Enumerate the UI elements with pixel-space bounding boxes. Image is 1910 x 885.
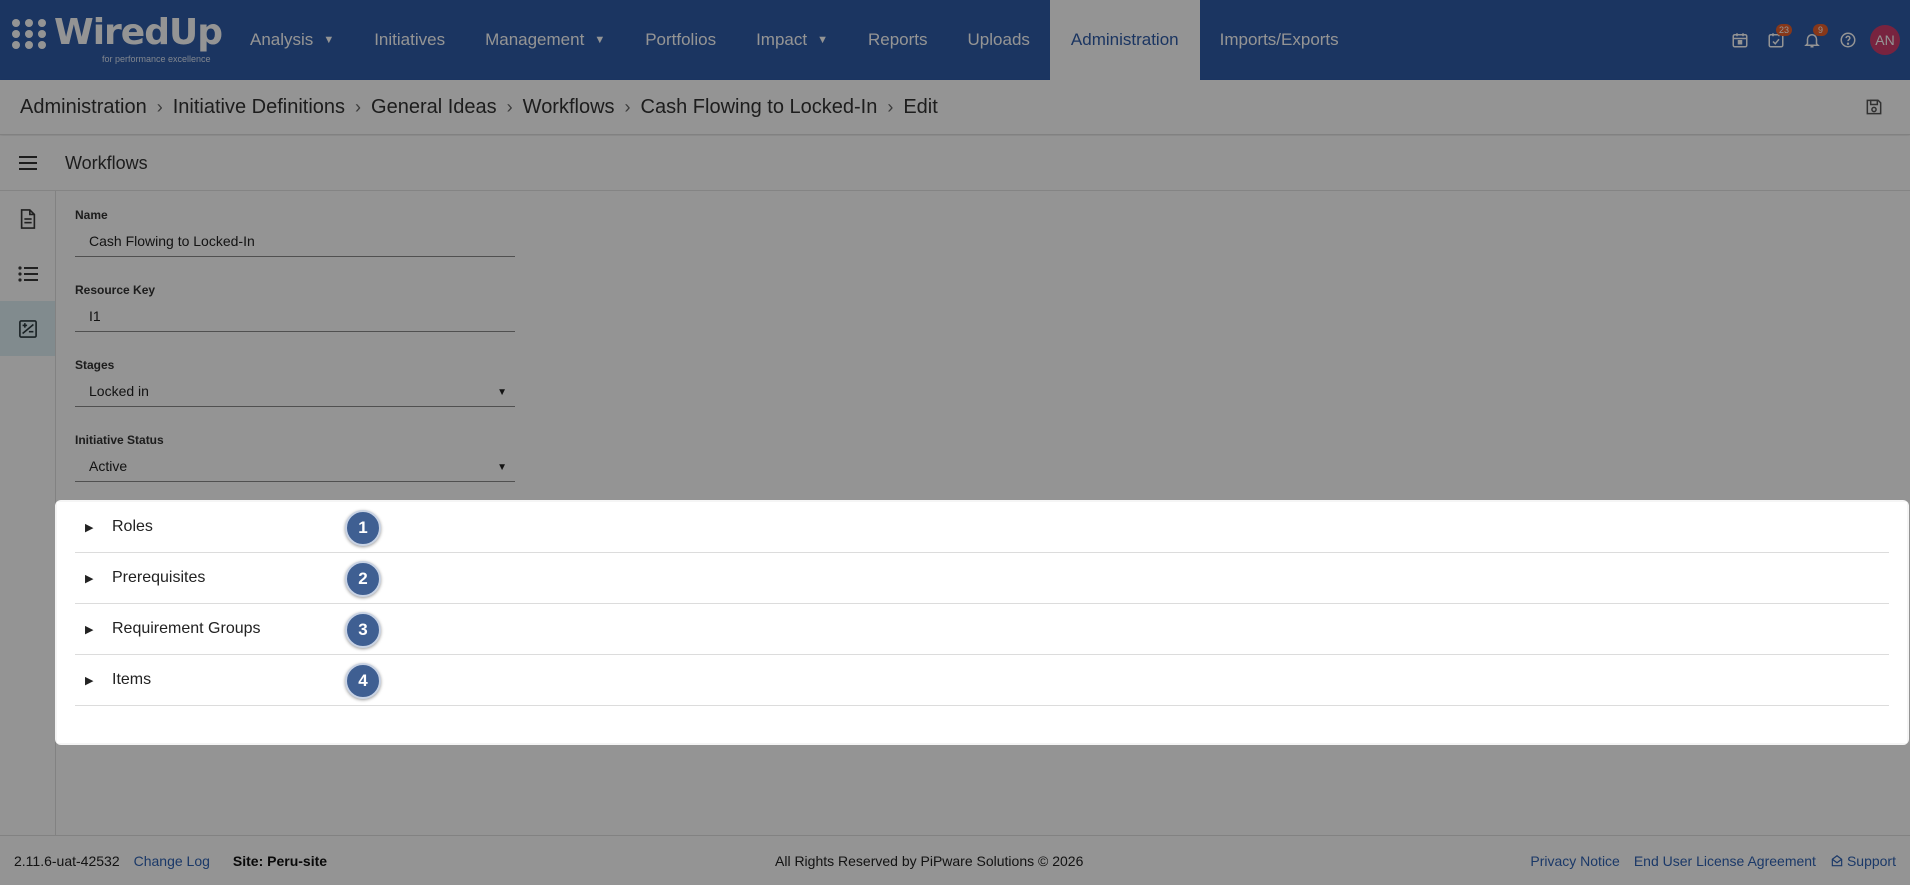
accordion-label: Items: [112, 671, 152, 688]
accordion-label: Prerequisites: [112, 569, 206, 586]
accordion-roles[interactable]: ▶ Roles 1: [75, 502, 1889, 553]
caret-right-icon: ▶: [85, 623, 94, 636]
name-field-group: Name Cash Flowing to Locked-In: [75, 205, 515, 280]
breadcrumb: Administration › Initiative Definitions …: [0, 80, 1910, 135]
resource-key-field-group: Resource Key I1: [75, 280, 515, 355]
bell-icon[interactable]: 9: [1794, 22, 1830, 58]
initiative-status-select[interactable]: Active ▼: [75, 450, 515, 482]
nav-portfolios[interactable]: Portfolios: [625, 0, 736, 80]
nav-impact[interactable]: Impact ▼: [736, 0, 848, 80]
name-input[interactable]: Cash Flowing to Locked-In: [75, 225, 515, 257]
logo-dots-icon: [12, 19, 48, 49]
accordion-label: Requirement Groups: [112, 620, 261, 637]
breadcrumb-initiative-definitions[interactable]: Initiative Definitions: [173, 96, 345, 119]
breadcrumb-administration[interactable]: Administration: [20, 96, 147, 119]
support-icon: [1831, 854, 1843, 866]
initiative-status-field-group: Initiative Status Active ▼: [75, 430, 515, 505]
section-title: Workflows: [65, 152, 148, 173]
list-icon[interactable]: [0, 246, 55, 301]
top-nav: WiredUp for performance excellence Analy…: [0, 0, 1910, 80]
resource-key-input[interactable]: I1: [75, 300, 515, 332]
nav-management[interactable]: Management ▼: [465, 0, 625, 80]
breadcrumb-workflow-name[interactable]: Cash Flowing to Locked-In: [641, 96, 878, 119]
avatar[interactable]: AN: [1870, 25, 1900, 55]
logo-text: WiredUp: [54, 12, 223, 53]
stages-select[interactable]: Locked in ▼: [75, 375, 515, 407]
privacy-notice-link[interactable]: Privacy Notice: [1530, 853, 1619, 869]
breadcrumb-general-ideas[interactable]: General Ideas: [371, 96, 497, 119]
resource-key-label: Resource Key: [75, 283, 156, 297]
chevron-right-icon: ›: [624, 96, 631, 117]
caret-down-icon: ▼: [594, 34, 606, 46]
workflow-edit-icon[interactable]: [0, 301, 55, 356]
nav-uploads[interactable]: Uploads: [948, 0, 1050, 80]
site-label: Site: Peru-site: [232, 852, 328, 869]
changelog-link[interactable]: Change Log: [134, 853, 210, 869]
stages-field-group: Stages Locked in ▼: [75, 355, 515, 430]
nav-reports[interactable]: Reports: [848, 0, 948, 80]
chevron-right-icon: ›: [506, 96, 513, 117]
section-header: Workflows: [0, 136, 1910, 191]
version-text: 2.11.6-uat-42532: [14, 852, 120, 869]
side-rail: [0, 191, 56, 835]
step-badge: 4: [345, 663, 381, 699]
chevron-right-icon: ›: [355, 96, 362, 117]
notifications-badge: 9: [1813, 24, 1828, 36]
step-badge: 1: [345, 510, 381, 546]
accordion-prerequisites[interactable]: ▶ Prerequisites 2: [75, 553, 1889, 604]
logo-tagline: for performance excellence: [102, 54, 211, 64]
step-badge: 2: [345, 561, 381, 597]
workflow-form: Name Cash Flowing to Locked-In Resource …: [75, 205, 515, 505]
chevron-right-icon: ›: [887, 96, 894, 117]
accordion-requirement-groups[interactable]: ▶ Requirement Groups 3: [75, 604, 1889, 655]
chevron-right-icon: ›: [156, 96, 163, 117]
accordion-label: Roles: [112, 518, 153, 535]
tasks-icon[interactable]: 23: [1758, 22, 1794, 58]
nav-administration[interactable]: Administration: [1049, 0, 1200, 80]
caret-down-icon: ▼: [497, 387, 507, 398]
caret-right-icon: ▶: [85, 572, 94, 585]
save-icon[interactable]: [1864, 97, 1884, 117]
app-logo[interactable]: WiredUp for performance excellence: [12, 14, 223, 66]
caret-down-icon: ▼: [323, 34, 335, 46]
caret-right-icon: ▶: [85, 521, 94, 534]
support-link[interactable]: Support: [1830, 853, 1896, 869]
accordion-items[interactable]: ▶ Items 4: [75, 655, 1889, 706]
step-badge: 3: [345, 612, 381, 648]
eula-link[interactable]: End User License Agreement: [1634, 853, 1816, 869]
nav-imports-exports[interactable]: Imports/Exports: [1200, 0, 1359, 80]
initiative-status-label: Initiative Status: [75, 433, 164, 447]
stages-label: Stages: [75, 358, 115, 372]
breadcrumb-edit: Edit: [903, 95, 938, 118]
caret-down-icon: ▼: [817, 34, 828, 46]
hamburger-menu-icon[interactable]: [0, 155, 56, 171]
footer: 2.11.6-uat-42532 Change Log Site: Peru-s…: [0, 835, 1910, 885]
workflow-accordion-panel: ▶ Roles 1 ▶ Prerequisites 2 ▶ Requiremen…: [57, 502, 1907, 743]
document-icon[interactable]: [0, 191, 55, 246]
help-icon[interactable]: [1830, 22, 1866, 58]
name-label: Name: [75, 208, 108, 222]
calendar-icon[interactable]: [1722, 22, 1758, 58]
tasks-badge: 23: [1775, 24, 1792, 36]
nav-initiatives[interactable]: Initiatives: [354, 0, 465, 80]
copyright-text: All Rights Reserved by PiPware Solutions…: [775, 852, 1084, 869]
caret-down-icon: ▼: [497, 462, 507, 473]
caret-right-icon: ▶: [85, 674, 94, 687]
nav-analysis[interactable]: Analysis ▼: [230, 0, 354, 80]
breadcrumb-workflows[interactable]: Workflows: [523, 96, 615, 119]
